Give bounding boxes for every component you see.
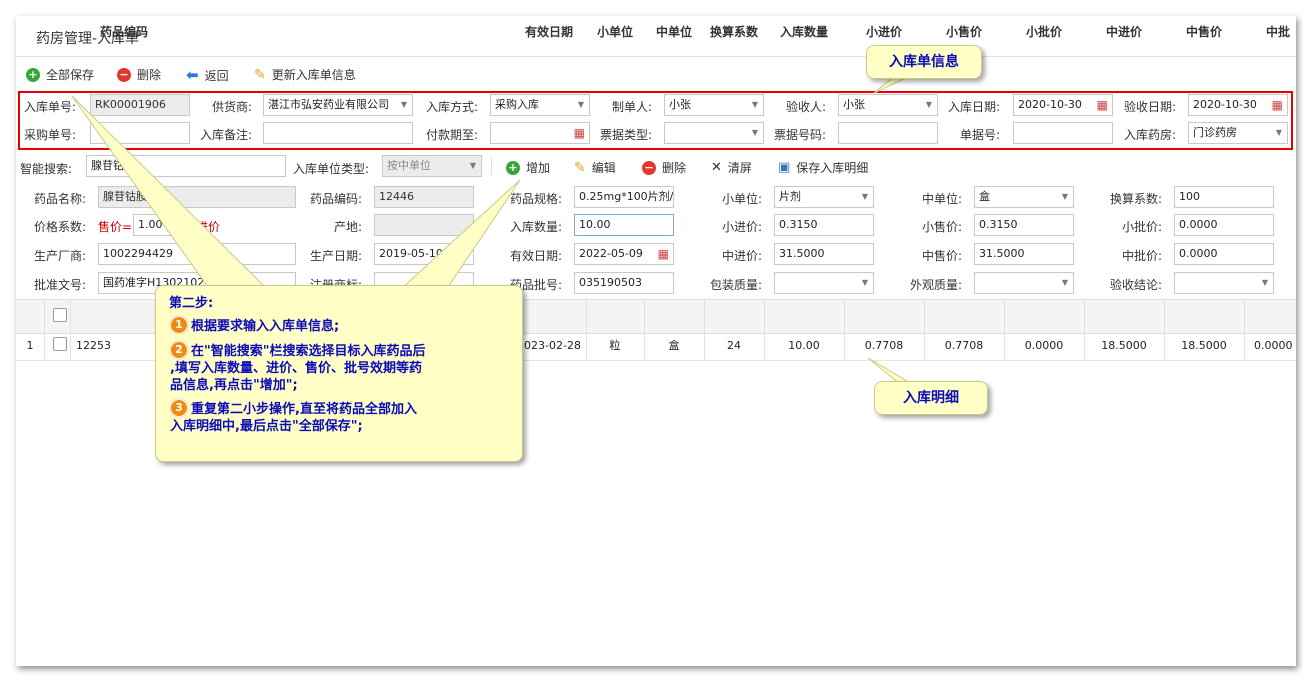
steps-callout: 第二步: 1 根据要求输入入库单信息; 2 在"智能搜索"栏搜索选择目标入库药品…: [155, 285, 523, 462]
steps-title: 第二步:: [169, 296, 214, 311]
step-3-line-b: 入库明细中,最后点击"全部保存";: [170, 419, 363, 434]
step-number-badge: 2: [170, 340, 188, 359]
header-info-callout: 入库单信息: [866, 45, 982, 79]
detail-info-callout: 入库明细: [874, 381, 988, 415]
step-1: 1 根据要求输入入库单信息;: [170, 315, 339, 334]
step-number-badge: 1: [170, 315, 188, 334]
step-number-badge: 3: [170, 398, 188, 417]
step-2-line-c: 品信息,再点击"增加";: [170, 378, 298, 393]
step-1-text: 根据要求输入入库单信息;: [191, 319, 340, 334]
